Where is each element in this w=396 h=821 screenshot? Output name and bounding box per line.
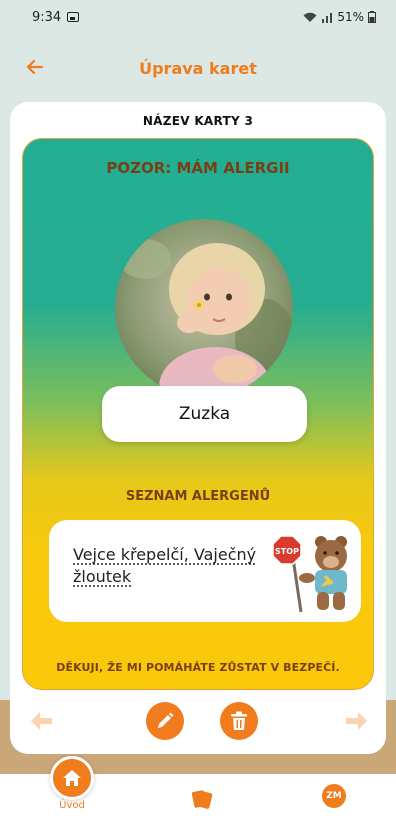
alert-title: POZOR: MÁM ALERGII <box>106 159 290 177</box>
stop-sign-text: STOP <box>275 547 299 556</box>
card-name: NÁZEV KARTY 3 <box>142 114 254 128</box>
home-icon-circle <box>50 756 94 800</box>
cards-icon[interactable] <box>190 788 214 810</box>
status-bar: 9:34 51% <box>0 0 396 34</box>
edit-button[interactable] <box>146 702 184 740</box>
status-time: 9:34 <box>32 9 62 25</box>
bear-stop-sign-icon: STOP <box>272 535 347 613</box>
trash-icon <box>231 711 247 730</box>
next-arrow-icon[interactable] <box>344 710 368 732</box>
child-photo <box>115 219 293 397</box>
back-arrow-icon[interactable] <box>22 54 48 80</box>
battery-percent: 51% <box>337 10 364 24</box>
page-title: Úprava karet <box>139 58 257 78</box>
app-bar: Úprava karet <box>0 44 396 92</box>
previous-arrow-icon[interactable] <box>30 710 54 732</box>
pencil-icon <box>158 712 174 728</box>
card-container: NÁZEV KARTY 3 POZOR: MÁM ALERGII Zuzka S… <box>10 102 386 754</box>
child-name: Zuzka <box>102 386 307 442</box>
allergy-card: POZOR: MÁM ALERGII Zuzka SEZNAM ALERGENŮ… <box>22 138 374 690</box>
card-actions <box>10 700 386 744</box>
footer-message: DĚKUJI, ŽE MI POMÁHÁTE ZŮSTAT V BEZPEČÍ. <box>56 661 340 674</box>
wifi-icon <box>303 12 317 22</box>
home-icon <box>63 770 81 786</box>
delete-button[interactable] <box>220 702 258 740</box>
image-notification-icon <box>67 12 80 22</box>
allergen-list-title: SEZNAM ALERGENŮ <box>125 489 271 504</box>
allergen-box: Vejce křepelčí, Vaječný žloutek STOP <box>49 520 361 622</box>
battery-icon <box>368 11 376 23</box>
signal-icon <box>322 12 333 23</box>
profile-avatar[interactable]: ZM <box>322 784 346 808</box>
bottom-navigation: Úvod ZM <box>0 756 396 821</box>
nav-home-label: Úvod <box>59 800 85 811</box>
allergen-list: Vejce křepelčí, Vaječný žloutek <box>73 545 257 586</box>
nav-home[interactable]: Úvod <box>46 756 98 811</box>
